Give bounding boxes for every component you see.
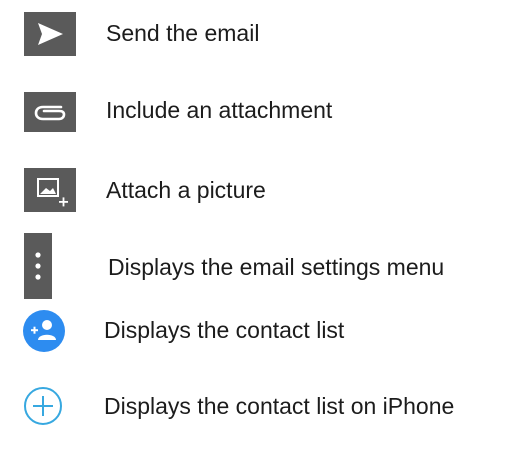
add-contact-icon [22, 309, 66, 353]
contact-list-iphone-label: Displays the contact list on iPhone [104, 393, 455, 419]
add-picture-icon [24, 168, 76, 212]
more-vertical-icon [24, 233, 52, 299]
contact-list-label: Displays the contact list [104, 317, 345, 343]
plus-circle-icon [22, 385, 64, 427]
attachment-label: Include an attachment [106, 97, 333, 123]
send-label: Send the email [106, 20, 260, 46]
send-icon [24, 12, 76, 56]
paperclip-icon [24, 92, 76, 132]
email-icon-legend: { "colors": { "icon_gray": "#5a5a5a", "i… [0, 0, 532, 452]
settings-menu-label: Displays the email settings menu [108, 254, 445, 280]
picture-label: Attach a picture [106, 177, 266, 203]
